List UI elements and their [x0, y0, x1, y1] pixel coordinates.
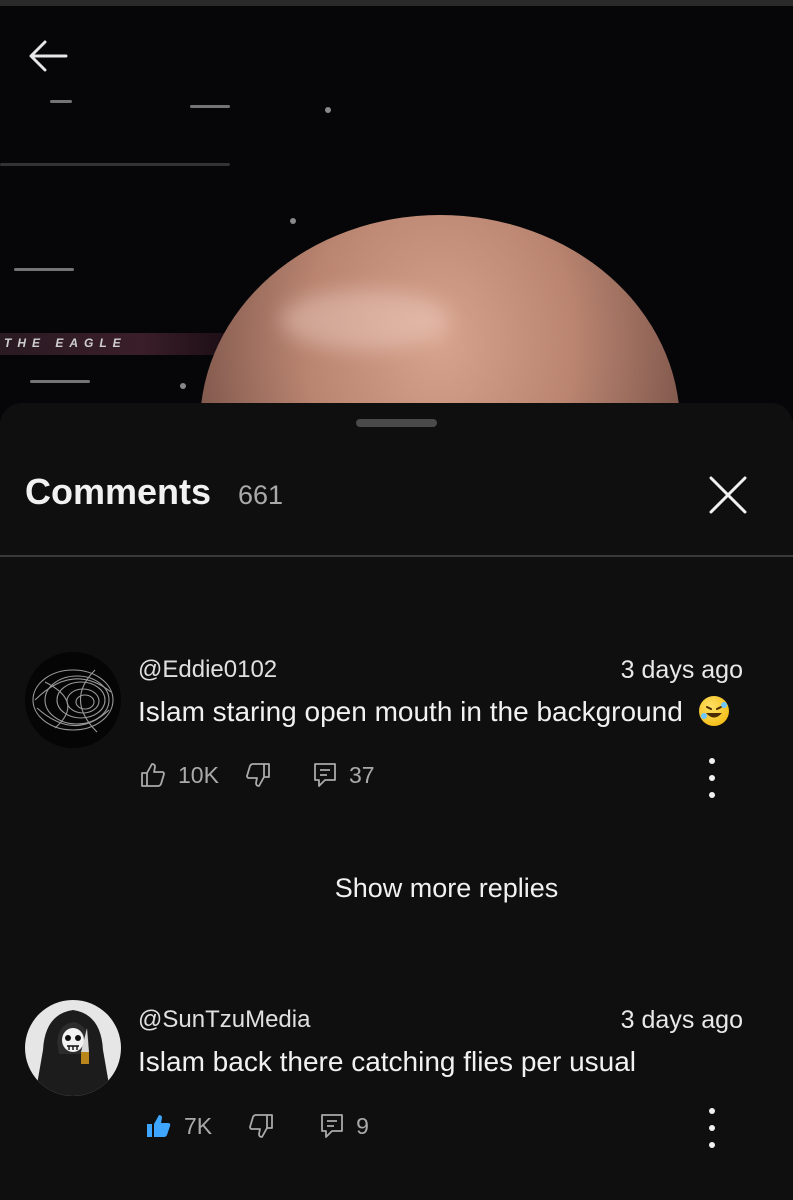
close-icon	[709, 476, 747, 514]
more-dot-icon	[709, 1108, 715, 1114]
comment-actions: 7K 9	[140, 1106, 369, 1146]
dislike-button[interactable]	[245, 762, 271, 788]
reply-comment-icon	[314, 763, 336, 787]
drag-handle[interactable]	[356, 419, 437, 427]
more-dot-icon	[709, 758, 715, 764]
like-button-active[interactable]: 7K	[146, 1113, 212, 1140]
comment-author[interactable]: @SunTzuMedia	[138, 1006, 310, 1034]
spiral-avatar-icon	[25, 652, 121, 748]
comment-time: 3 days ago	[620, 656, 743, 684]
reply-count: 9	[356, 1112, 369, 1139]
comment-more-button[interactable]	[696, 1106, 728, 1150]
avatar[interactable]	[25, 652, 121, 748]
video-subject-highlight	[280, 290, 450, 350]
comment-text-row: Islam staring open mouth in the backgrou…	[138, 696, 729, 728]
show-more-replies-button[interactable]: Show more replies	[0, 873, 793, 904]
thumbs-up-icon	[141, 763, 165, 787]
reply-comment-icon	[321, 1114, 344, 1138]
like-count: 7K	[184, 1112, 213, 1139]
comment-text: Islam staring open mouth in the backgrou…	[138, 696, 683, 727]
reply-count: 37	[348, 761, 375, 788]
back-button[interactable]	[22, 30, 74, 82]
more-dot-icon	[709, 1142, 715, 1148]
avatar[interactable]	[25, 1000, 121, 1096]
arena-light	[30, 380, 90, 383]
comments-sheet: Comments 661 @Eddie0102 3 days ago Islam…	[0, 403, 793, 1200]
comment-author[interactable]: @Eddie0102	[138, 656, 277, 684]
thumbs-up-filled-icon	[147, 1115, 171, 1137]
back-arrow-icon	[29, 40, 68, 72]
comment-item: @Eddie0102 3 days ago Islam staring open…	[0, 648, 793, 818]
header-divider	[0, 555, 793, 557]
arena-light	[0, 163, 230, 166]
like-button[interactable]: 10K	[140, 762, 219, 789]
thumbs-down-icon	[249, 1114, 274, 1138]
comment-more-button[interactable]	[696, 756, 728, 800]
comments-title: Comments	[25, 471, 212, 512]
comment-actions: 10K 37	[140, 755, 375, 795]
arena-banner: THE EAGLE	[0, 333, 235, 355]
arena-light	[14, 268, 74, 271]
comment-item: @SunTzuMedia 3 days ago Islam back there…	[0, 1000, 793, 1170]
reply-button[interactable]: 9	[320, 1113, 369, 1140]
arena-light	[325, 107, 331, 113]
like-count: 10K	[178, 761, 219, 788]
more-dot-icon	[709, 792, 715, 798]
comment-text: Islam back there catching flies per usua…	[138, 1046, 637, 1077]
arena-light	[190, 105, 230, 108]
comment-time: 3 days ago	[620, 1006, 743, 1034]
thumbs-down-icon	[246, 763, 270, 787]
more-dot-icon	[709, 1125, 715, 1131]
video-player[interactable]: THE EAGLE	[0, 0, 793, 420]
reaper-avatar-icon	[25, 1000, 121, 1096]
arena-light	[180, 383, 186, 389]
dislike-button[interactable]	[248, 1113, 274, 1139]
reply-button[interactable]: 37	[313, 762, 375, 789]
close-button[interactable]	[700, 467, 756, 523]
more-dot-icon	[709, 775, 715, 781]
arena-light	[50, 100, 72, 103]
comments-count: 661	[238, 480, 284, 510]
status-strip	[0, 0, 793, 6]
rolling-laughing-emoji-icon	[698, 696, 729, 726]
arena-light	[290, 218, 296, 224]
arena-banner-text: THE EAGLE	[4, 336, 127, 350]
